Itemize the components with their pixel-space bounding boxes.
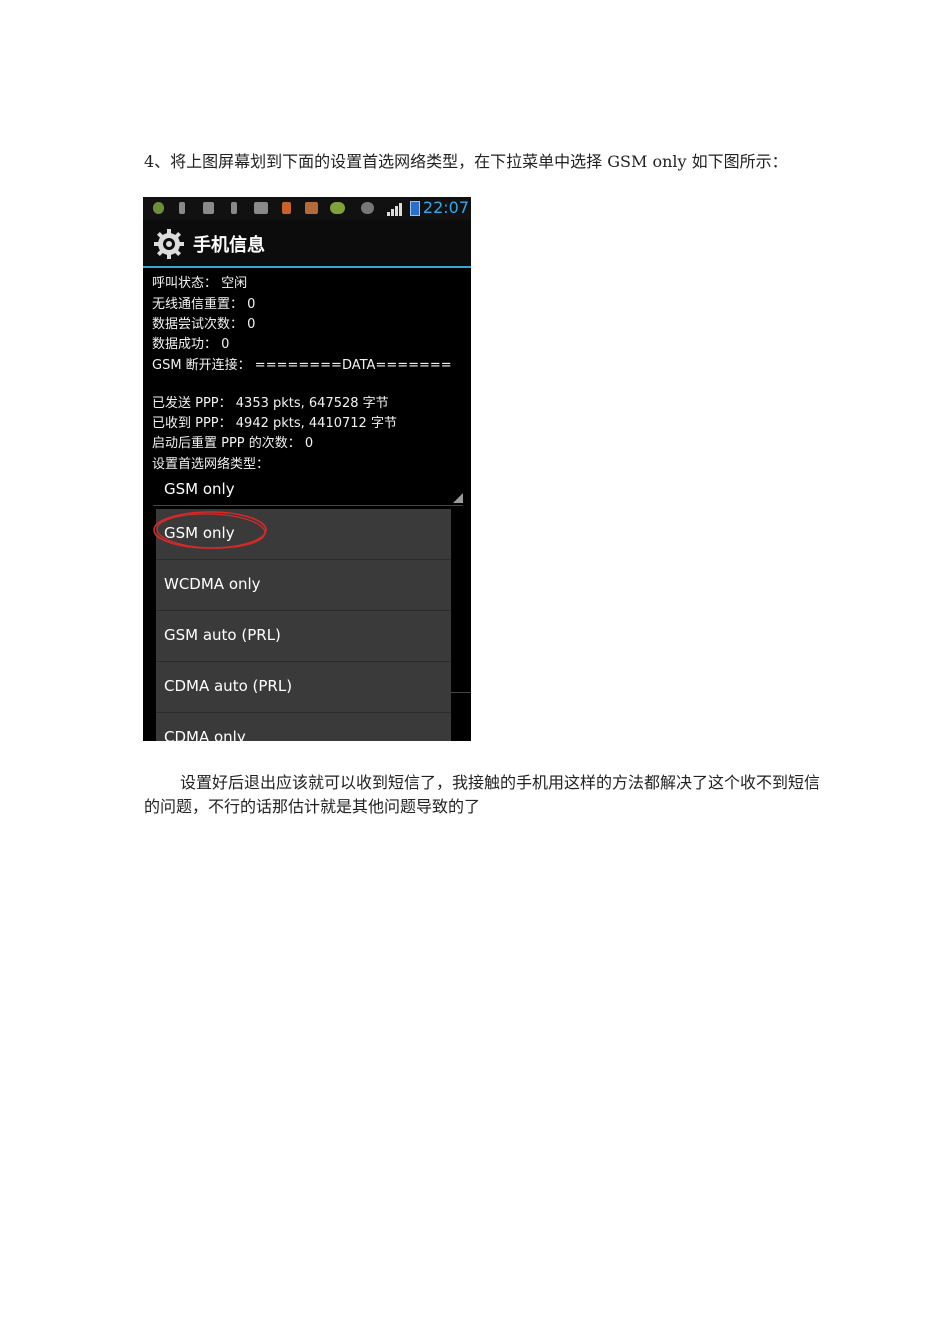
signal-icon [387, 200, 405, 216]
lock-icon [282, 202, 291, 214]
option-cdma-only[interactable]: CDMA only [156, 713, 451, 741]
option-label: GSM auto (PRL) [164, 626, 281, 644]
status-bar: 22:07 [143, 197, 471, 220]
option-gsm-only[interactable]: GSM only [156, 509, 451, 560]
spinner-selected-value: GSM only [164, 480, 235, 498]
debug-icon [203, 202, 214, 214]
intro-paragraph: 4、将上图屏幕划到下面的设置首选网络类型，在下拉菜单中选择 GSM only 如… [144, 152, 788, 171]
battery-icon [410, 201, 420, 216]
app-title-bar: 手机信息 [143, 220, 471, 268]
option-wcdma-only[interactable]: WCDMA only [156, 560, 451, 611]
spinner-arrow-icon [453, 493, 463, 503]
info-ppp-resets: 启动后重置 PPP 的次数： 0 [152, 436, 314, 451]
option-label: WCDMA only [164, 575, 261, 593]
settings-gear-icon [154, 229, 184, 259]
info-call-state: 呼叫状态： 空闲 [152, 276, 248, 291]
divider [451, 692, 471, 693]
info-radio-resets: 无线通信重置： 0 [152, 297, 256, 312]
option-gsm-auto-prl[interactable]: GSM auto (PRL) [156, 611, 451, 662]
usb-icon [179, 202, 185, 214]
option-label: CDMA only [164, 728, 246, 741]
info-data-success: 数据成功： 0 [152, 337, 230, 352]
option-cdma-auto-prl[interactable]: CDMA auto (PRL) [156, 662, 451, 713]
usb-icon [231, 202, 237, 214]
info-ppp-received: 已收到 PPP： 4942 pkts, 4410712 字节 [152, 416, 397, 431]
phone-screenshot: 22:07 手机信息 呼叫状态： 空闲 无线通信重置： 0 数据尝试次数： 0 … [143, 197, 471, 741]
network-type-dropdown: GSM only WCDMA only GSM auto (PRL) CDMA … [156, 509, 451, 741]
outro-paragraph: 设置好后退出应该就可以收到短信了，我接触的手机用这样的方法都解决了这个收不到短信… [144, 773, 821, 816]
image-icon [254, 202, 268, 214]
network-type-spinner[interactable]: GSM only [153, 477, 463, 506]
app-title: 手机信息 [193, 235, 265, 256]
option-label: GSM only [164, 524, 235, 542]
option-label: CDMA auto (PRL) [164, 677, 293, 695]
alarm-icon [361, 202, 374, 214]
status-time: 22:07 [422, 198, 469, 217]
chat-icon [330, 202, 345, 214]
android-icon [153, 202, 164, 214]
app-icon [305, 202, 318, 214]
info-gsm-disconnect: GSM 断开连接： ========DATA======= [152, 358, 452, 373]
info-preferred-network-label: 设置首选网络类型： [152, 457, 270, 472]
info-ppp-sent: 已发送 PPP： 4353 pkts, 647528 字节 [152, 396, 389, 411]
info-data-attempts: 数据尝试次数： 0 [152, 317, 256, 332]
